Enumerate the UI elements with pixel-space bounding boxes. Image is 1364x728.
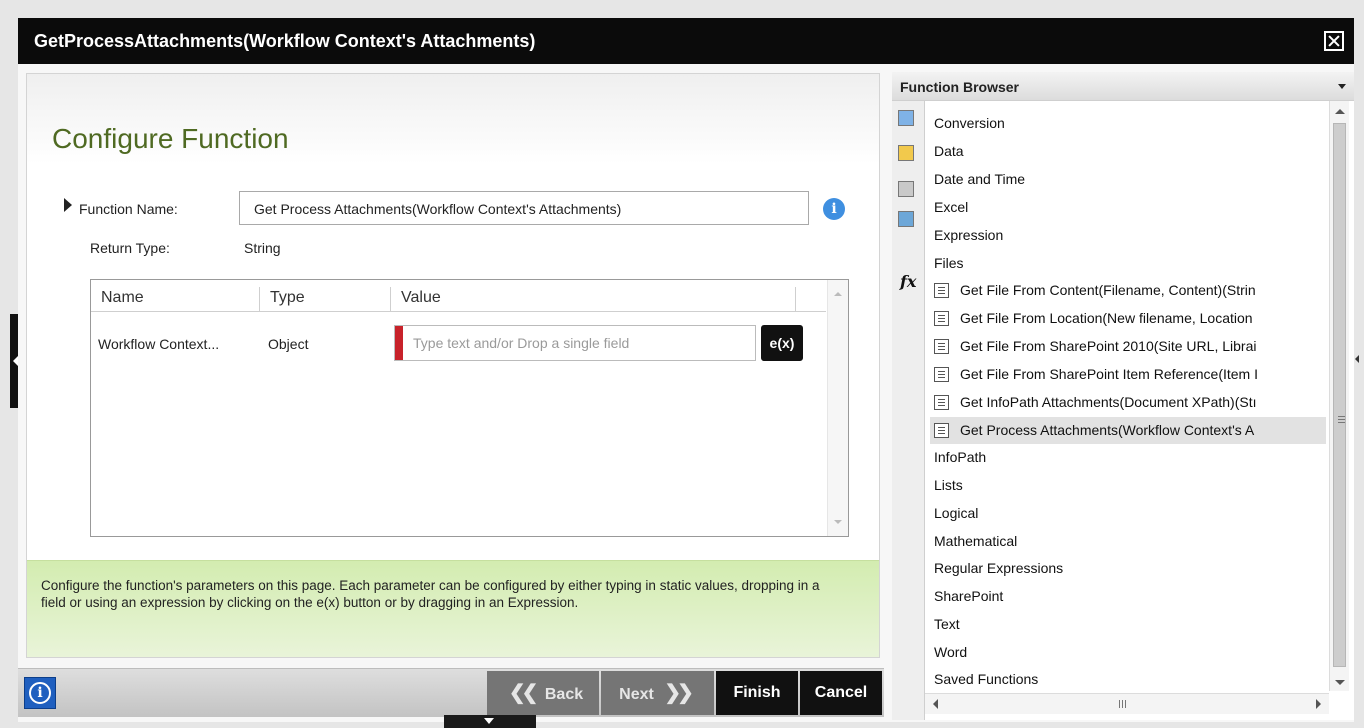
tree-function-item-selected[interactable]: Get Process Attachments(Workflow Context… [930,417,1326,444]
configure-form: Configure Function Function Name: Get Pr… [27,74,879,559]
function-tree: Conversion Data Date and Time Excel Expr… [925,101,1329,701]
dropdown-arrow-icon[interactable] [1338,84,1346,89]
finish-button[interactable]: Finish [716,671,798,715]
tree-category[interactable]: Text [934,616,960,632]
tree-function-label: Get File From SharePoint Item Reference(… [960,366,1258,382]
function-icon[interactable]: fx [900,272,916,291]
function-item-icon [934,311,949,326]
help-panel: Configure the function's parameters on t… [27,560,879,657]
expression-button[interactable]: e(x) [761,325,803,361]
tree-category[interactable]: Files [934,255,964,271]
tree-category[interactable]: Excel [934,199,968,215]
chevron-right-icon: ❯❯ [664,682,693,704]
scroll-up-icon[interactable] [834,292,842,296]
tree-category[interactable]: Saved Functions [934,671,1038,687]
param-value-input[interactable]: Type text and/or Drop a single field [394,325,756,361]
parameters-table: Name Type Value Workflow Context... Obje… [90,279,849,537]
tree-category[interactable]: Regular Expressions [934,560,1063,576]
return-type-label: Return Type: [90,240,170,256]
function-browser: Function Browser fx Conversion Data Date… [892,72,1354,720]
expand-arrow-icon[interactable] [64,198,72,212]
help-text: Configure the function's parameters on t… [41,578,820,610]
browser-tool-strip: fx [892,101,925,720]
cancel-button[interactable]: Cancel [800,671,882,715]
return-type-value: String [244,240,281,256]
dialog-titlebar: GetProcessAttachments(Workflow Context's… [18,18,1354,64]
info-icon: i [29,682,51,704]
grip-icon [1338,416,1345,417]
function-name-label: Function Name: [79,201,178,217]
tree-function-item[interactable]: Get File From SharePoint Item Reference(… [930,361,1326,388]
help-info-button[interactable]: i [24,677,56,709]
param-name-cell: Workflow Context... [98,336,220,352]
tree-category[interactable]: Data [934,143,964,159]
tree-category[interactable]: Conversion [934,115,1005,131]
function-item-icon [934,283,949,298]
tree-function-label: Get File From Content(Filename, Content)… [960,282,1256,298]
page-title: Configure Function [52,123,289,154]
tree-function-label: Get InfoPath Attachments(Document XPath)… [960,394,1257,410]
scroll-down-icon[interactable] [1335,680,1345,685]
tree-category[interactable]: Mathematical [934,533,1017,549]
chevron-left-icon: ❮❮ [508,682,538,704]
column-header-filler [796,280,826,312]
tree-category[interactable]: Word [934,644,967,660]
tree-function-item[interactable]: Get File From Content(Filename, Content)… [930,277,1326,304]
tree-function-item[interactable]: Get File From SharePoint 2010(Site URL, … [930,333,1326,360]
tree-function-item[interactable]: Get File From Location(New filename, Loc… [930,305,1326,332]
close-icon[interactable] [1324,31,1344,51]
function-item-icon [934,395,949,410]
right-panel-toggle[interactable] [1353,340,1361,380]
configure-panel: Configure Function Function Name: Get Pr… [26,73,880,658]
notebook-icon[interactable] [898,145,914,161]
required-marker [395,326,403,360]
scroll-down-icon[interactable] [834,520,842,524]
back-button[interactable]: ❮❮ Back [487,671,599,715]
next-button[interactable]: Next ❯❯ [601,671,714,715]
function-item-icon [934,367,949,382]
scroll-left-icon[interactable] [933,699,938,709]
scroll-right-icon[interactable] [1316,699,1321,709]
function-item-icon [934,423,949,438]
tools-icon[interactable] [898,181,914,197]
tree-category[interactable]: Date and Time [934,171,1025,187]
tree-category[interactable]: Expression [934,227,1003,243]
next-label: Next [619,686,654,703]
image-icon[interactable] [898,110,914,126]
param-type-cell: Object [268,336,309,352]
bottom-drawer-handle[interactable] [444,715,536,728]
tree-vertical-scrollbar[interactable] [1329,101,1349,691]
function-item-icon [934,339,949,354]
tree-function-label: Get File From Location(New filename, Loc… [960,310,1253,326]
tree-category[interactable]: Logical [934,505,978,521]
grip-icon [1119,700,1120,708]
function-name-field[interactable]: Get Process Attachments(Workflow Context… [239,191,809,225]
info-icon[interactable]: i [823,198,845,220]
form-icon[interactable] [898,211,914,227]
scroll-thumb[interactable] [1333,123,1346,667]
tree-category[interactable]: Lists [934,477,963,493]
table-scrollbar[interactable] [827,280,848,536]
tree-function-label: Get Process Attachments(Workflow Context… [960,422,1255,438]
column-header-name[interactable]: Name [91,280,259,312]
tree-horizontal-scrollbar[interactable] [925,693,1329,714]
param-value-placeholder: Type text and/or Drop a single field [413,335,630,351]
tree-category[interactable]: InfoPath [934,449,986,465]
column-header-value[interactable]: Value [391,280,795,312]
column-header-type[interactable]: Type [260,280,390,312]
function-browser-title: Function Browser [900,79,1020,95]
tree-function-item[interactable]: Get InfoPath Attachments(Document XPath)… [930,389,1326,416]
scroll-up-icon[interactable] [1335,109,1345,114]
dialog-title: GetProcessAttachments(Workflow Context's… [34,31,536,51]
back-label: Back [544,686,584,703]
wizard-footer: i ❮❮ Back Next ❯❯ Finish Cancel [18,668,884,717]
tree-category[interactable]: SharePoint [934,588,1003,604]
tree-function-label: Get File From SharePoint 2010(Site URL, … [960,338,1257,354]
function-browser-header[interactable]: Function Browser [892,72,1354,101]
